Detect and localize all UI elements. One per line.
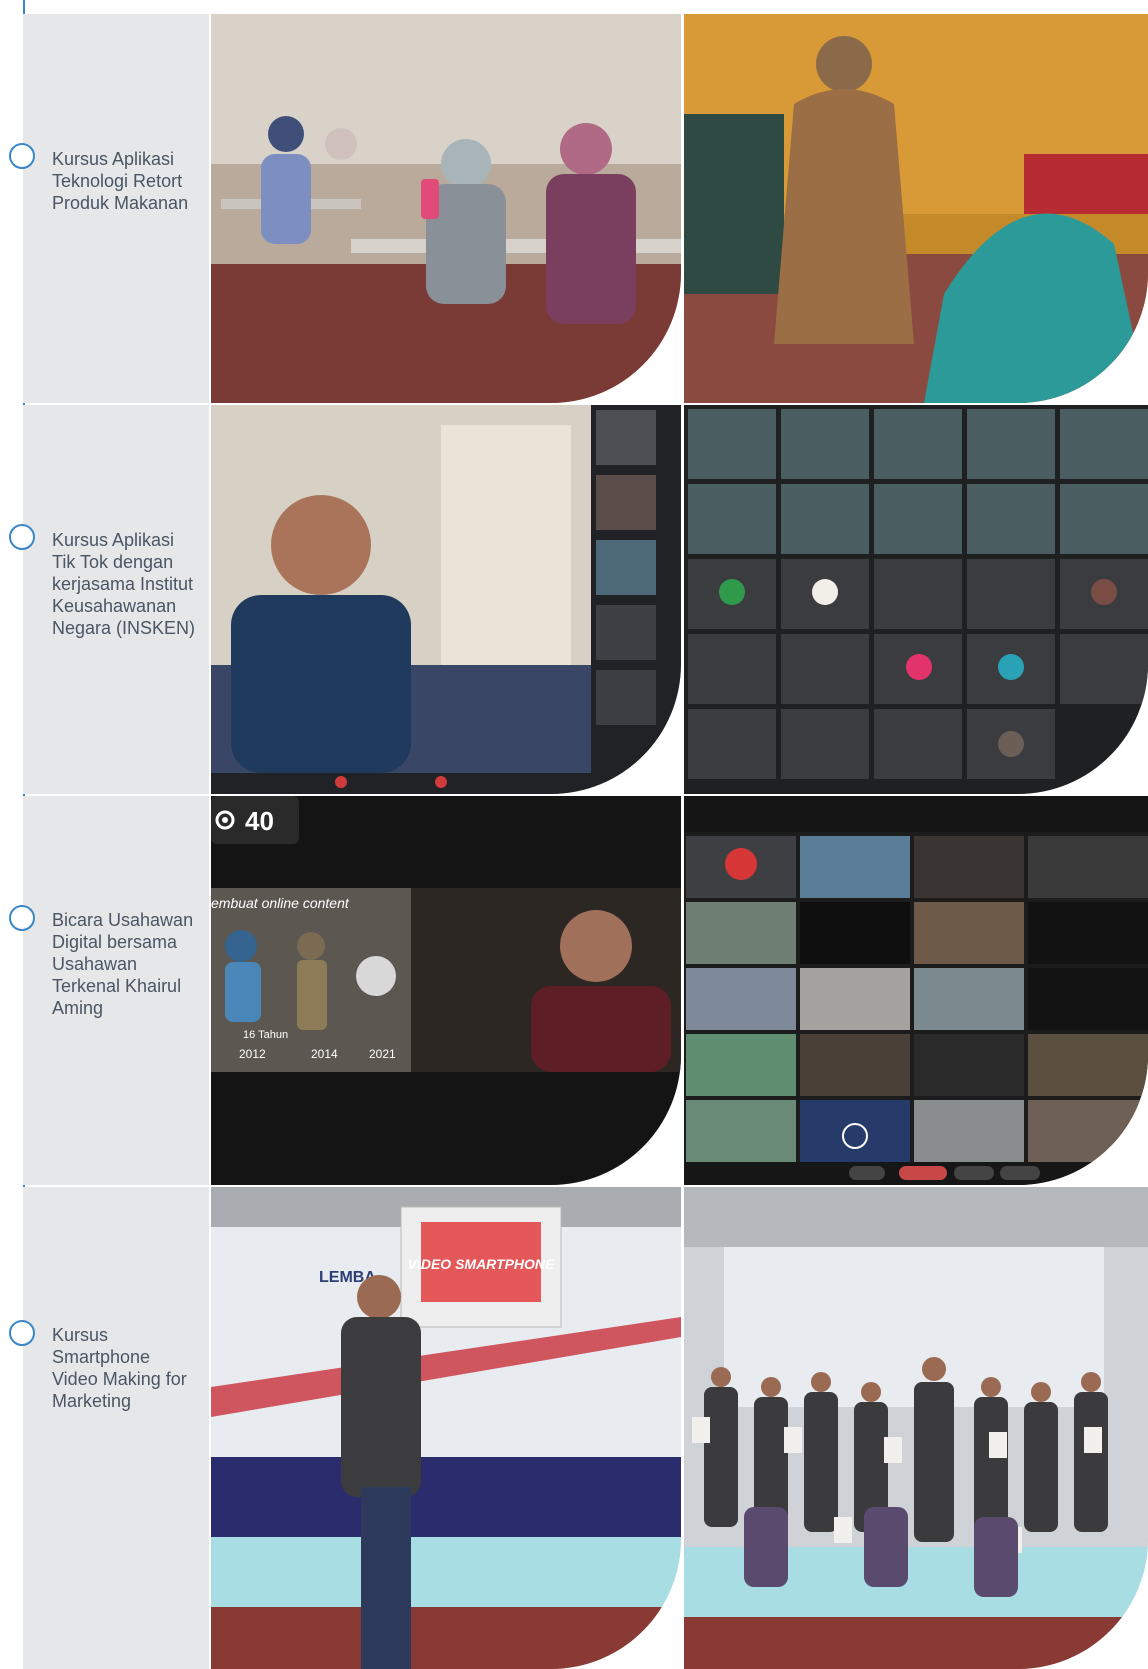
program-row-1: Kursus Aplikasi Teknologi Retort Produk … xyxy=(9,14,1148,403)
program-title: Kursus Aplikasi Tik Tok dengan kerjasama… xyxy=(52,530,196,638)
speaker-with-microphone-photo xyxy=(684,14,1148,403)
presenter-on-stage-photo: VIDEO SMARTPHONE LEMBA xyxy=(211,1187,681,1669)
program-label-panel: Kursus Aplikasi Teknologi Retort Produk … xyxy=(9,14,209,403)
online-meeting-gallery-photo xyxy=(684,796,1148,1185)
program-row-4: Kursus Smartphone Video Making for Marke… xyxy=(9,1187,1148,1669)
viewer-count: 40 xyxy=(245,806,274,836)
slide-title: VIDEO SMARTPHONE xyxy=(408,1256,555,1272)
program-label-panel: Bicara Usahawan Digital bersama Usahawan… xyxy=(9,796,209,1185)
slide-caption: embuat online content xyxy=(211,895,350,911)
program-row-3: Bicara Usahawan Digital bersama Usahawan… xyxy=(9,796,1148,1185)
timeline-year-2021: 2021 xyxy=(369,1047,396,1061)
timeline-node xyxy=(9,524,35,550)
video-call-speaker-photo xyxy=(211,405,681,794)
timeline-year-2012: 2012 xyxy=(239,1047,266,1061)
program-title: Bicara Usahawan Digital bersama Usahawan… xyxy=(52,910,194,1018)
program-label-panel: Kursus Smartphone Video Making for Marke… xyxy=(9,1187,209,1669)
program-title: Kursus Aplikasi Teknologi Retort Produk … xyxy=(52,149,189,213)
live-stream-presenter-photo: 40 embuat online content 16 Tahun 2012 2… xyxy=(211,796,681,1185)
program-label-panel: Kursus Aplikasi Tik Tok dengan kerjasama… xyxy=(9,405,209,794)
slide-badge: 16 Tahun xyxy=(243,1029,288,1041)
timeline-node xyxy=(9,143,35,169)
classroom-seminar-photo xyxy=(211,14,681,403)
timeline-year-2014: 2014 xyxy=(311,1047,338,1061)
timeline-node xyxy=(9,905,35,931)
program-title: Kursus Smartphone Video Making for Marke… xyxy=(52,1325,187,1411)
video-call-participants-grid-photo xyxy=(684,405,1148,794)
program-row-2: Kursus Aplikasi Tik Tok dengan kerjasama… xyxy=(9,405,1148,794)
group-photo-with-certificates xyxy=(684,1187,1148,1669)
timeline-node xyxy=(9,1320,35,1346)
